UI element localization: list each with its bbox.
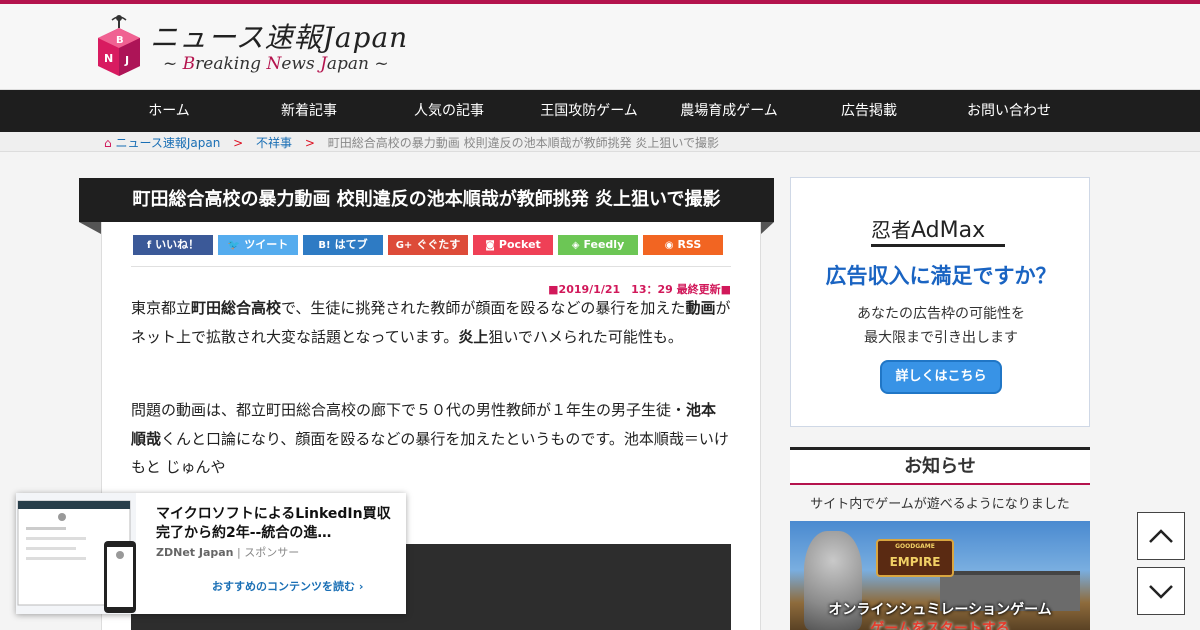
nav-item-contact[interactable]: お問い合わせ xyxy=(944,90,1074,132)
site-title[interactable]: ニュース速報Japan xyxy=(150,16,408,56)
game-start-link[interactable]: ゲームをスタートする xyxy=(790,618,1090,630)
site-logo-icon[interactable]: B N J xyxy=(96,14,142,80)
scroll-up-button[interactable] xyxy=(1137,512,1185,560)
recommendation-popup[interactable]: マイクロソフトによるLinkedIn買収完了から約2年--統合の進… ZDNet… xyxy=(16,493,406,614)
recommendation-read-link[interactable]: おすすめのコンテンツを読む › xyxy=(212,578,363,594)
divider xyxy=(131,266,731,267)
game-banner[interactable]: GOODGAME EMPIRE オンラインシュミレーションゲーム ゲームをスター… xyxy=(790,521,1090,630)
logo-letter-n: N xyxy=(104,52,113,65)
admax-logo-underline xyxy=(871,244,1005,247)
nav-item-advertise[interactable]: 広告掲載 xyxy=(804,90,934,132)
article-paragraph-1: 東京都立町田総合高校で、生徒に挑発された教師が顔面を殴るなどの暴行を加えた動画が… xyxy=(131,299,731,346)
nav-item-kingdom-game[interactable]: 王国攻防ゲーム xyxy=(524,90,654,132)
breadcrumb-category[interactable]: 不祥事 xyxy=(256,136,292,150)
breadcrumb: ⌂ ニュース速報Japan > 不祥事 > 町田総合高校の暴力動画 校則違反の池… xyxy=(104,134,719,151)
breadcrumb-bar: ⌂ ニュース速報Japan > 不祥事 > 町田総合高校の暴力動画 校則違反の池… xyxy=(0,132,1200,152)
share-rss-button[interactable]: ◉ RSS xyxy=(643,235,723,255)
nav-item-farm-game[interactable]: 農場育成ゲーム xyxy=(664,90,794,132)
facebook-icon: f xyxy=(146,240,152,251)
ribbon-fold-left xyxy=(79,222,101,234)
recommendation-title[interactable]: マイクロソフトによるLinkedIn買収完了から約2年--統合の進… xyxy=(156,505,396,543)
share-pocket-button[interactable]: ◙ Pocket xyxy=(473,235,553,255)
nav-item-home[interactable]: ホーム xyxy=(104,90,234,132)
share-twitter-button[interactable]: 🐦 ツイート xyxy=(218,235,298,255)
chevron-down-icon xyxy=(1149,585,1173,599)
game-banner-text: オンラインシュミレーションゲーム xyxy=(828,602,1052,618)
logo-letter-j: J xyxy=(124,54,129,67)
share-feedly-button[interactable]: ◈ Feedly xyxy=(558,235,638,255)
pocket-icon: ◙ xyxy=(485,240,495,251)
chevron-up-icon xyxy=(1149,529,1173,543)
twitter-icon: 🐦 xyxy=(227,240,241,251)
feedly-icon: ◈ xyxy=(571,240,580,251)
breadcrumb-current: 町田総合高校の暴力動画 校則違反の池本順哉が教師挑発 炎上狙いで撮影 xyxy=(327,136,720,150)
scroll-down-button[interactable] xyxy=(1137,567,1185,615)
main-nav: ホーム 新着記事 人気の記事 王国攻防ゲーム 農場育成ゲーム 広告掲載 お問い合… xyxy=(0,90,1200,132)
nav-item-new[interactable]: 新着記事 xyxy=(244,90,374,132)
empire-logo: GOODGAME EMPIRE xyxy=(876,539,954,577)
ad-headline: 広告収入に満足ですか？ xyxy=(825,264,1057,288)
breadcrumb-separator: > xyxy=(233,136,244,150)
ad-body: あなたの広告枠の可能性を 最大限まで引き出します xyxy=(857,306,1025,346)
share-googleplus-button[interactable]: G+ ぐぐたす xyxy=(388,235,468,255)
recommendation-thumbnail xyxy=(16,493,136,614)
site-header: B N J ニュース速報Japan ~ Breaking News Japan … xyxy=(0,4,1200,90)
home-icon[interactable]: ⌂ xyxy=(104,136,112,150)
ad-details-button[interactable]: 詳しくはこちら xyxy=(880,360,1002,394)
hatena-icon: B! xyxy=(318,240,331,251)
ribbon-fold-right xyxy=(761,222,774,234)
nav-item-popular[interactable]: 人気の記事 xyxy=(384,90,514,132)
share-hatena-button[interactable]: B! はてブ xyxy=(303,235,383,255)
breadcrumb-separator: > xyxy=(304,136,315,150)
admax-ad[interactable]: 忍者AdMax 広告収入に満足ですか？ あなたの広告枠の可能性を 最大限まで引き出… xyxy=(790,177,1090,427)
share-facebook-button[interactable]: f いいね！ xyxy=(133,235,213,255)
logo-letter-b: B xyxy=(116,35,124,46)
site-subtitle: ~ Breaking News Japan ~ xyxy=(163,54,389,74)
notice-text[interactable]: サイト内でゲームが遊べるようになりました xyxy=(790,493,1090,512)
article-paragraph-2: 問題の動画は、都立町田総合高校の廊下で５０代の男性教師が１年生の男子生徒・池本順… xyxy=(131,401,729,476)
breadcrumb-home[interactable]: ニュース速報Japan xyxy=(115,136,220,150)
rss-icon: ◉ xyxy=(664,240,674,251)
admax-logo: 忍者AdMax xyxy=(871,218,986,243)
googleplus-icon: G+ xyxy=(395,240,413,251)
notice-heading: お知らせ xyxy=(790,447,1090,485)
recommendation-source: ZDNet Japan | スポンサー xyxy=(156,546,300,559)
article-title: 町田総合高校の暴力動画 校則違反の池本順哉が教師挑発 炎上狙いで撮影 xyxy=(79,178,774,222)
